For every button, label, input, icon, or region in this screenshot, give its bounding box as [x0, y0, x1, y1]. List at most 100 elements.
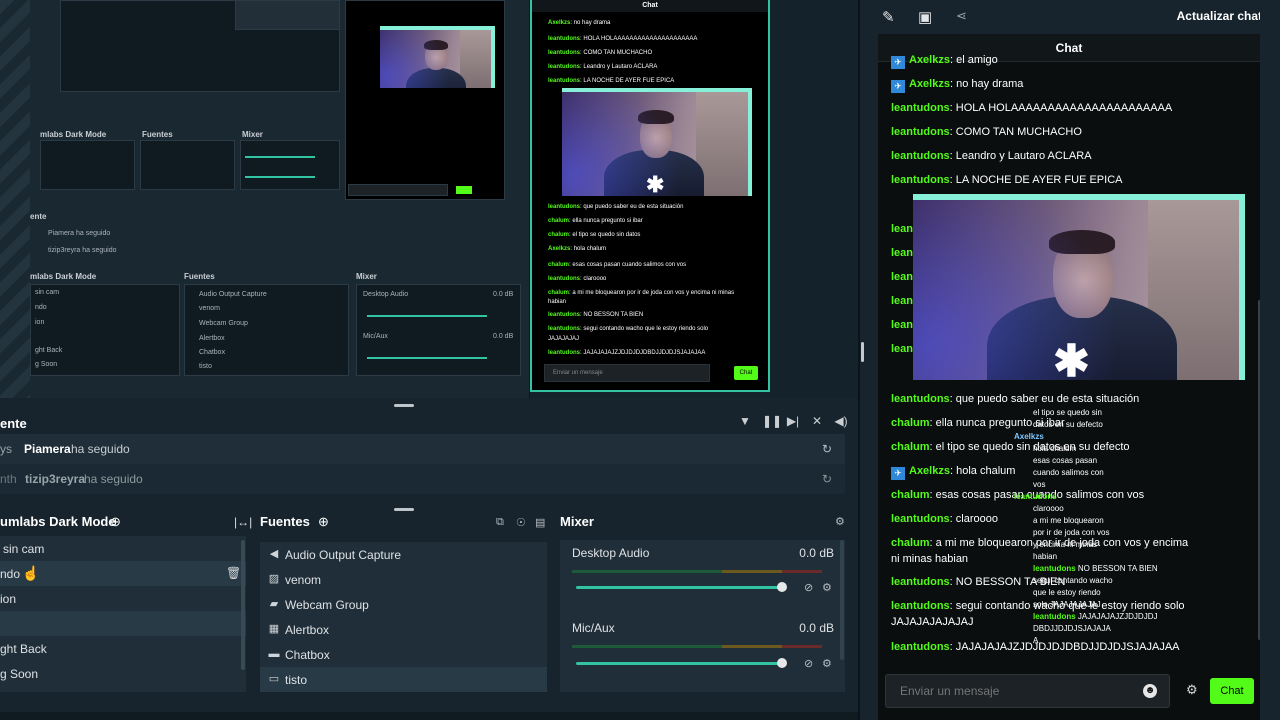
chat-username[interactable]: chalum	[891, 417, 930, 429]
chat-settings-icon[interactable]: ⚙	[1186, 682, 1198, 698]
folder-add-icon[interactable]: ▤	[535, 516, 545, 529]
source-group-icon[interactable]: ⧉	[496, 516, 504, 529]
channel-settings-icon[interactable]: ⚙	[822, 657, 832, 670]
nested-mixer-list: Desktop Audio 0.0 dB Mic/Aux 0.0 dB	[356, 284, 521, 376]
replay-icon[interactable]: ↻	[822, 442, 832, 456]
image-icon: ▨	[268, 573, 280, 585]
stream-output-canvas: Chat Axelkzs: no hay drama leantudons: HO…	[530, 0, 770, 392]
add-scene-icon[interactable]: ⊕	[110, 514, 121, 530]
scene-scrollbar[interactable]	[241, 540, 245, 670]
trash-icon[interactable]: 🗑	[226, 566, 241, 580]
chat-username[interactable]: chalum	[891, 441, 930, 453]
list-item[interactable]: ndo ☝ 🗑	[0, 561, 246, 586]
chat-username-clipped: leantudons	[891, 319, 915, 331]
mixer-settings-icon[interactable]: ⚙	[835, 515, 845, 528]
mixer-scrollbar[interactable]	[840, 540, 844, 660]
nested-sources-title: Fuentes	[142, 130, 173, 139]
chat-username[interactable]: leantudons	[891, 600, 950, 612]
chat-username[interactable]: leantudons	[891, 174, 950, 186]
panels-resize-handle[interactable]	[394, 508, 414, 511]
chat-username[interactable]: leantudons	[891, 513, 950, 525]
source-item[interactable]: ▭ tisto	[260, 667, 547, 692]
fader-knob[interactable]	[777, 658, 787, 668]
panel-splitter[interactable]	[858, 0, 860, 720]
stream-chat-line: leantudons: COMO TAN MUCHACHO	[548, 50, 653, 56]
chat-input[interactable]	[900, 684, 1130, 698]
stream-chat-line: chalum: ella nunca pregunto si ibar	[548, 218, 643, 224]
source-item[interactable]: ▦ Alertbox	[260, 617, 547, 642]
chat-username[interactable]: leantudons	[891, 126, 950, 138]
chat-input-box[interactable]: ☻	[885, 674, 1170, 708]
activity-title: ente	[0, 416, 27, 431]
add-source-icon[interactable]: ⊕	[318, 514, 329, 530]
chat-username[interactable]: Axelkzs	[909, 465, 950, 477]
mute-alerts-icon[interactable]: ✕	[810, 414, 824, 428]
nested-slider-1	[245, 156, 315, 158]
chat-username[interactable]: Axelkzs	[909, 54, 950, 66]
activity-event-row[interactable]: ys Piamera ha seguido ↻	[0, 434, 845, 464]
stream-chat-line: leantudons: HOLA HOLAAAAAAAAAAAAAAAAAAAA…	[548, 36, 698, 42]
chat-message: ✈ Axelkzs: no hay drama	[891, 76, 1191, 93]
chat-username[interactable]: leantudons	[891, 150, 950, 162]
chat-username[interactable]: chalum	[891, 489, 930, 501]
pause-icon[interactable]: ❚❚	[762, 414, 782, 428]
share-icon[interactable]: ⋖	[956, 8, 967, 24]
overlay-chat-line: habian	[1033, 552, 1058, 561]
chat-send-button[interactable]: Chat	[1210, 678, 1254, 704]
chat-message: leantudons: HOLA HOLAAAAAAAAAAAAAAAAAAAA…	[891, 102, 1173, 114]
chat-toolbar: ✎ ▣ ⋖ Actualizar chat	[864, 0, 1280, 34]
list-item[interactable]: ion	[0, 586, 246, 611]
skip-icon[interactable]: ▶|	[786, 414, 800, 428]
chat-text: Leandro y Lautaro ACLARA	[955, 150, 1092, 162]
nested-slider-2	[245, 176, 315, 178]
list-item[interactable]: ght Back	[0, 636, 246, 661]
chat-username[interactable]: Axelkzs	[909, 78, 950, 90]
overlay-chat-line: datos en su defecto	[1033, 420, 1103, 429]
overlay-chat-line: leantudons	[1014, 492, 1057, 501]
filter-icon[interactable]: ▼	[738, 414, 752, 428]
stream-chat-line: leantudons: claroooo	[548, 276, 607, 282]
fader-knob[interactable]	[777, 582, 787, 592]
source-item[interactable]: ◀ Audio Output Capture	[260, 542, 547, 567]
chat-username[interactable]: leantudons	[891, 393, 950, 405]
pencil-icon[interactable]: ✎	[882, 8, 895, 26]
stream-chat-line: habian	[548, 299, 567, 305]
list-item[interactable]: sin cam	[0, 536, 246, 561]
right-rail	[1260, 0, 1280, 720]
app-root: mlabs Dark Mode Fuentes Mixer ente Piame…	[0, 0, 1280, 720]
refresh-chat-button[interactable]: Actualizar chat	[1177, 9, 1262, 23]
list-item[interactable]	[0, 611, 246, 636]
overlay-chat-line: vos	[1033, 480, 1046, 489]
collapse-icon[interactable]: |↔|	[234, 515, 252, 529]
mute-icon[interactable]: ⊘	[804, 581, 813, 594]
splitter-grip[interactable]	[861, 342, 864, 362]
nested-mixer-title-2: Mixer	[356, 272, 377, 281]
activity-event-row[interactable]: nth tizip3reyra ha seguido ↻	[0, 464, 845, 494]
volume-fader[interactable]	[576, 662, 782, 665]
source-hidden-icon[interactable]: ☉	[516, 516, 526, 529]
replay-icon[interactable]: ↻	[822, 472, 832, 486]
overlay-chat-line: a mi me bloquearon	[1033, 516, 1104, 525]
chat-username[interactable]: leantudons	[891, 576, 950, 588]
overlay-chat-line: esas cosas pasan	[1033, 456, 1098, 465]
spider-logo-icon: ✱	[646, 172, 665, 196]
chat-message: leantudons: LA NOCHE DE AYER FUE EPICA	[891, 174, 1123, 186]
stream-chat-line: chalum: a mi me bloquearon por ir de jod…	[548, 290, 735, 296]
studio-preview[interactable]: mlabs Dark Mode Fuentes Mixer ente Piame…	[0, 0, 860, 398]
chat-username[interactable]: chalum	[891, 537, 930, 549]
volume-fader[interactable]	[576, 586, 782, 589]
source-item[interactable]: ▰ Webcam Group	[260, 592, 547, 617]
mute-icon[interactable]: ⊘	[804, 657, 813, 670]
channel-settings-icon[interactable]: ⚙	[822, 581, 832, 594]
chat-username[interactable]: leantudons	[891, 102, 950, 114]
source-item[interactable]: ▬ Chatbox	[260, 642, 547, 667]
source-item[interactable]: ▨ venom	[260, 567, 547, 592]
activity-resize-handle[interactable]	[394, 404, 414, 407]
sources-title: Fuentes	[260, 514, 310, 529]
emoji-icon[interactable]: ☻	[1143, 684, 1157, 698]
list-item[interactable]: g Soon	[0, 661, 246, 686]
chat-username[interactable]: leantudons	[891, 641, 950, 653]
volume-icon[interactable]: ◀)	[834, 414, 848, 428]
overlay-chat-line: por ir de joda con vos	[1033, 528, 1110, 537]
popout-icon[interactable]: ▣	[918, 8, 932, 26]
